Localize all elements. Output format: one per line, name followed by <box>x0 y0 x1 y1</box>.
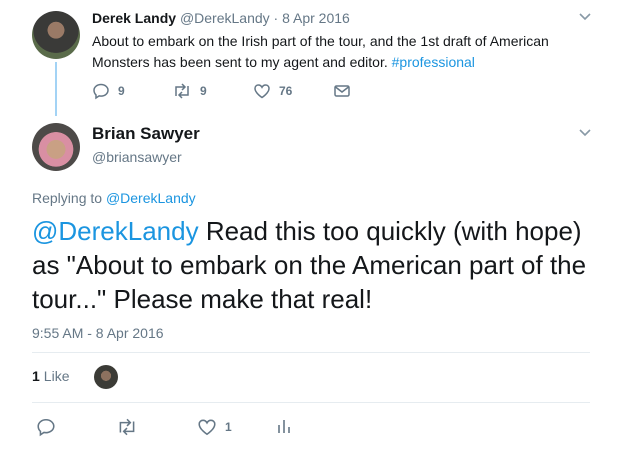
likes-summary[interactable]: 1 Like <box>32 368 69 384</box>
parent-date[interactable]: 8 Apr 2016 <box>282 10 350 26</box>
tweet-timestamp[interactable]: 9:55 AM - 8 Apr 2016 <box>32 325 164 341</box>
parent-author-handle[interactable]: @DerekLandy <box>180 10 270 26</box>
divider <box>32 402 590 403</box>
parent-retweet-count: 9 <box>200 84 207 98</box>
replying-label: Replying to <box>32 190 106 206</box>
parent-reply-button[interactable]: 9 <box>92 82 125 100</box>
heart-icon <box>254 84 270 99</box>
heart-icon <box>198 419 216 436</box>
reply-button[interactable] <box>36 417 56 437</box>
parent-author-name[interactable]: Derek Landy <box>92 10 176 26</box>
main-action-bar: 1 <box>32 417 332 439</box>
analytics-icon <box>278 420 290 433</box>
reply-icon <box>37 418 55 437</box>
envelope-icon <box>334 85 350 97</box>
parent-text-body: About to embark on the Irish part of the… <box>92 33 549 70</box>
date-separator: · <box>273 10 279 26</box>
brian-avatar[interactable] <box>32 123 80 171</box>
chevron-down-icon[interactable] <box>578 126 592 140</box>
parent-action-bar: 9 9 76 <box>92 82 392 104</box>
mention-link[interactable]: @DerekLandy <box>32 216 199 246</box>
derek-avatar[interactable] <box>32 11 80 59</box>
parent-reply-count: 9 <box>118 84 125 98</box>
replying-to: Replying to @DerekLandy <box>32 190 196 206</box>
parent-like-count: 76 <box>279 84 293 98</box>
liker-avatar[interactable] <box>94 365 118 389</box>
replying-to-link[interactable]: @DerekLandy <box>106 190 196 206</box>
analytics-button[interactable] <box>276 417 292 435</box>
action-like-count: 1 <box>225 420 232 434</box>
like-button[interactable]: 1 <box>197 417 232 437</box>
chevron-down-icon[interactable] <box>578 10 592 24</box>
retweet-button[interactable] <box>116 417 138 437</box>
parent-like-button[interactable]: 76 <box>253 82 292 100</box>
retweet-icon <box>119 418 135 436</box>
main-tweet-text: @DerekLandy Read this too quickly (with … <box>32 214 592 316</box>
parent-retweet-button[interactable]: 9 <box>172 82 207 100</box>
main-author-name[interactable]: Brian Sawyer <box>92 124 200 144</box>
like-count: 1 <box>32 368 40 384</box>
parent-dm-button[interactable] <box>333 82 351 100</box>
reply-icon <box>93 83 109 100</box>
main-author-handle[interactable]: @briansawyer <box>92 149 182 165</box>
divider <box>32 352 590 353</box>
thread-connector <box>55 62 57 116</box>
like-label: Like <box>43 368 70 384</box>
hashtag-link[interactable]: #professional <box>392 54 475 70</box>
parent-tweet-text: About to embark on the Irish part of the… <box>92 31 582 73</box>
parent-header: Derek Landy @DerekLandy · 8 Apr 2016 <box>92 10 350 26</box>
retweet-icon <box>175 83 189 99</box>
